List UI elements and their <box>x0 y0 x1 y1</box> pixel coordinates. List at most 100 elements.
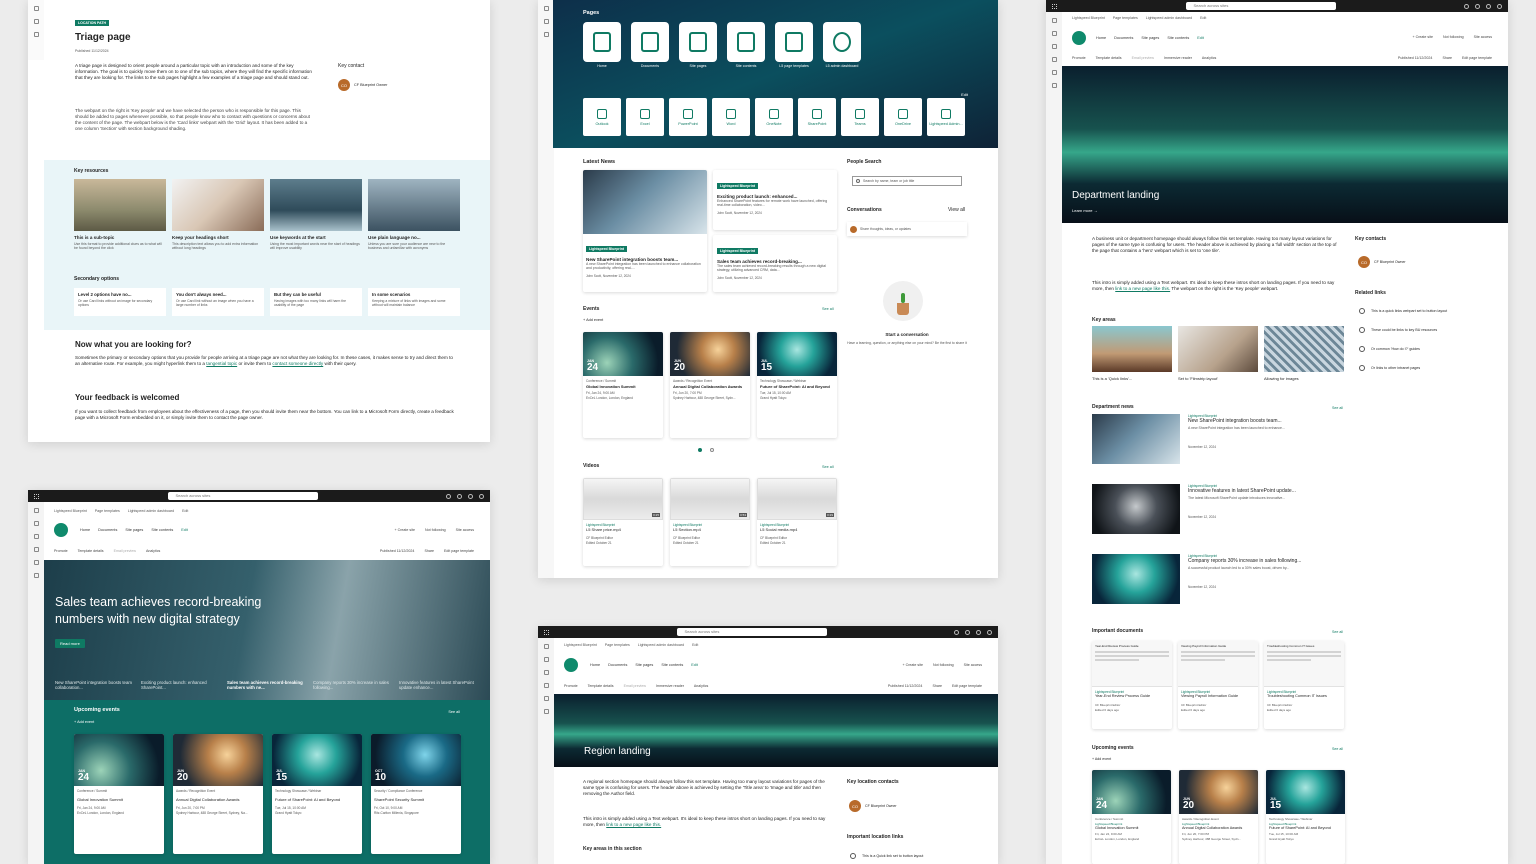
lists-icon[interactable] <box>1051 70 1057 75</box>
edit-template-button[interactable]: Edit page template <box>444 549 474 553</box>
app-excel[interactable]: Excel <box>626 98 664 136</box>
nav-site-contents[interactable]: Site contents <box>1167 36 1189 40</box>
nav-home[interactable]: Home <box>590 663 600 667</box>
site-name-link[interactable]: Lightspeed Blueprint <box>1072 16 1105 20</box>
share-button[interactable]: Share <box>1442 56 1452 60</box>
site-access-button[interactable]: Site access <box>456 528 474 532</box>
app-onenote[interactable]: OneNote <box>755 98 793 136</box>
email-preview-button[interactable]: Email preview <box>624 684 646 688</box>
site-access-button[interactable]: Site access <box>1474 35 1492 39</box>
app-launcher-icon[interactable] <box>34 493 39 499</box>
hero-tab[interactable]: Company reports 30% increase in sales fo… <box>313 680 391 690</box>
immersive-reader-button[interactable]: Immersive reader <box>656 684 684 688</box>
app-outlook[interactable]: Outlook <box>583 98 621 136</box>
page-tile-documents[interactable]: Documents <box>631 22 669 68</box>
edit-template-button[interactable]: Edit page template <box>952 684 982 688</box>
video-card[interactable]: 0:25 Lightspeed Blueprint L5 Share price… <box>583 478 663 566</box>
template-details-button[interactable]: Template details <box>1096 56 1122 60</box>
hero-image[interactable]: Department landing Learn more → <box>1062 66 1508 223</box>
event-card[interactable]: JUN 20 Awards / Recognition Event Lightsp… <box>1179 770 1258 864</box>
hero-tab[interactable]: New SharePoint integration boosts team c… <box>55 680 133 690</box>
news-icon[interactable] <box>543 19 549 24</box>
nav-edit[interactable]: Edit <box>1197 36 1204 40</box>
sites-icon[interactable] <box>1051 31 1057 36</box>
nav-documents[interactable]: Documents <box>98 528 117 532</box>
template-details-button[interactable]: Template details <box>588 684 614 688</box>
share-button[interactable]: Share <box>424 549 434 553</box>
create-site-button[interactable]: + Create site <box>1413 35 1433 39</box>
site-logo[interactable] <box>54 523 68 537</box>
template-details-button[interactable]: Template details <box>78 549 104 553</box>
avatar[interactable]: CO <box>849 800 861 812</box>
page-templates-link[interactable]: Page templates <box>1113 16 1138 20</box>
video-card[interactable]: 0:53 Lightspeed Blueprint L5 Section.mp4… <box>670 478 750 566</box>
promote-button[interactable]: Promote <box>54 549 68 553</box>
files-icon[interactable] <box>543 683 549 688</box>
nav-home[interactable]: Home <box>80 528 90 532</box>
email-preview-button[interactable]: Email preview <box>1132 56 1154 60</box>
help-icon[interactable] <box>976 629 981 635</box>
document-card[interactable]: Viewing Payroll Information Guide Lights… <box>1178 641 1258 729</box>
app-powerpoint[interactable]: PowerPoint <box>669 98 707 136</box>
add-event-button[interactable]: + Add event <box>583 318 603 322</box>
app-launcher-icon[interactable] <box>1052 3 1057 9</box>
resource-card[interactable]: Use keywords at the start Using the most… <box>270 179 362 251</box>
follow-button[interactable]: Not following <box>933 663 954 667</box>
sites-icon[interactable] <box>543 32 549 37</box>
tangential-topic-link[interactable]: tangential topic <box>206 361 237 366</box>
event-card[interactable]: JUN 20 Awards / Recognition Event Annual … <box>173 734 263 854</box>
event-card[interactable]: JAN 24 Conference / Summit Global Innovat… <box>74 734 164 854</box>
email-preview-button[interactable]: Email preview <box>114 549 136 553</box>
app-word[interactable]: Word <box>712 98 750 136</box>
profile-icon[interactable] <box>479 493 484 499</box>
document-card[interactable]: Troubleshooting Common IT Issues Lightsp… <box>1264 641 1344 729</box>
see-all-events-link[interactable]: See all <box>822 307 834 311</box>
event-card[interactable]: JUL 15 Technology Showcase / Webinar Futu… <box>272 734 362 854</box>
site-access-button[interactable]: Site access <box>964 663 982 667</box>
create-site-button[interactable]: + Create site <box>903 663 923 667</box>
home-icon[interactable] <box>543 644 549 649</box>
sites-icon[interactable] <box>543 657 549 662</box>
nav-site-pages[interactable]: Site pages <box>125 528 143 532</box>
analytics-button[interactable]: Analytics <box>1202 56 1216 60</box>
admin-dashboard-link[interactable]: Lightspeed admin dashboard <box>128 509 174 513</box>
resource-card[interactable]: Keep your headings short This descriptio… <box>172 179 264 251</box>
secondary-card[interactable]: In some scenarios Keeping a mixture of l… <box>368 288 460 316</box>
event-card[interactable]: JUL 15 Technology Showcase / Webinar Ligh… <box>1266 770 1345 864</box>
edit-link[interactable]: Edit <box>961 92 968 97</box>
event-card[interactable]: JAN 24 Conference / Summit Global Innovat… <box>583 332 663 438</box>
chat-icon[interactable] <box>954 629 959 635</box>
edit-template-button[interactable]: Edit page template <box>1462 56 1492 60</box>
news-icon[interactable] <box>33 19 39 24</box>
related-link[interactable]: Or common 'How do I?' guides <box>1359 346 1447 352</box>
see-all-events-link[interactable]: See all <box>448 710 460 714</box>
key-area-tile[interactable]: Allowing for images <box>1264 326 1344 381</box>
event-card[interactable]: JUN 20 Awards / Recognition Event Annual … <box>670 332 750 438</box>
profile-icon[interactable] <box>1497 3 1502 9</box>
app-onedrive[interactable]: OneDrive <box>884 98 922 136</box>
settings-icon[interactable] <box>1475 3 1480 9</box>
site-name-link[interactable]: Lightspeed Blueprint <box>564 643 597 647</box>
avatar[interactable]: CO <box>1358 256 1370 268</box>
analytics-button[interactable]: Analytics <box>694 684 708 688</box>
news-icon[interactable] <box>543 670 549 675</box>
app-sharepoint[interactable]: SharePoint <box>798 98 836 136</box>
home-icon[interactable] <box>543 6 549 11</box>
contact-someone-link[interactable]: contact someone directly <box>272 361 323 366</box>
event-card[interactable]: OCT 10 Security / Compliance Conference S… <box>371 734 461 854</box>
resource-card[interactable]: Use plain language no... Unless you are … <box>368 179 460 251</box>
lists-icon[interactable] <box>543 696 549 701</box>
promote-button[interactable]: Promote <box>564 684 578 688</box>
location-link[interactable]: This is a Quick link set to button layou… <box>850 853 923 859</box>
nav-documents[interactable]: Documents <box>1114 36 1133 40</box>
help-icon[interactable] <box>468 493 473 499</box>
key-contact-name[interactable]: CF Blueprint Owner <box>354 83 387 87</box>
secondary-card[interactable]: You don't always need... Or use Card lin… <box>172 288 264 316</box>
new-page-link[interactable]: link to a new page like this. <box>1115 286 1170 291</box>
page-tile-site-pages[interactable]: Site pages <box>679 22 717 68</box>
home-icon[interactable] <box>33 508 39 513</box>
conversation-input[interactable]: Share thoughts, ideas, or updates <box>847 222 967 236</box>
video-card[interactable]: 0:29 Lightspeed Blueprint L5 Social medi… <box>757 478 837 566</box>
page-tile-templates[interactable]: L5 page templates <box>775 22 813 68</box>
add-event-button[interactable]: + Add event <box>1092 757 1111 761</box>
